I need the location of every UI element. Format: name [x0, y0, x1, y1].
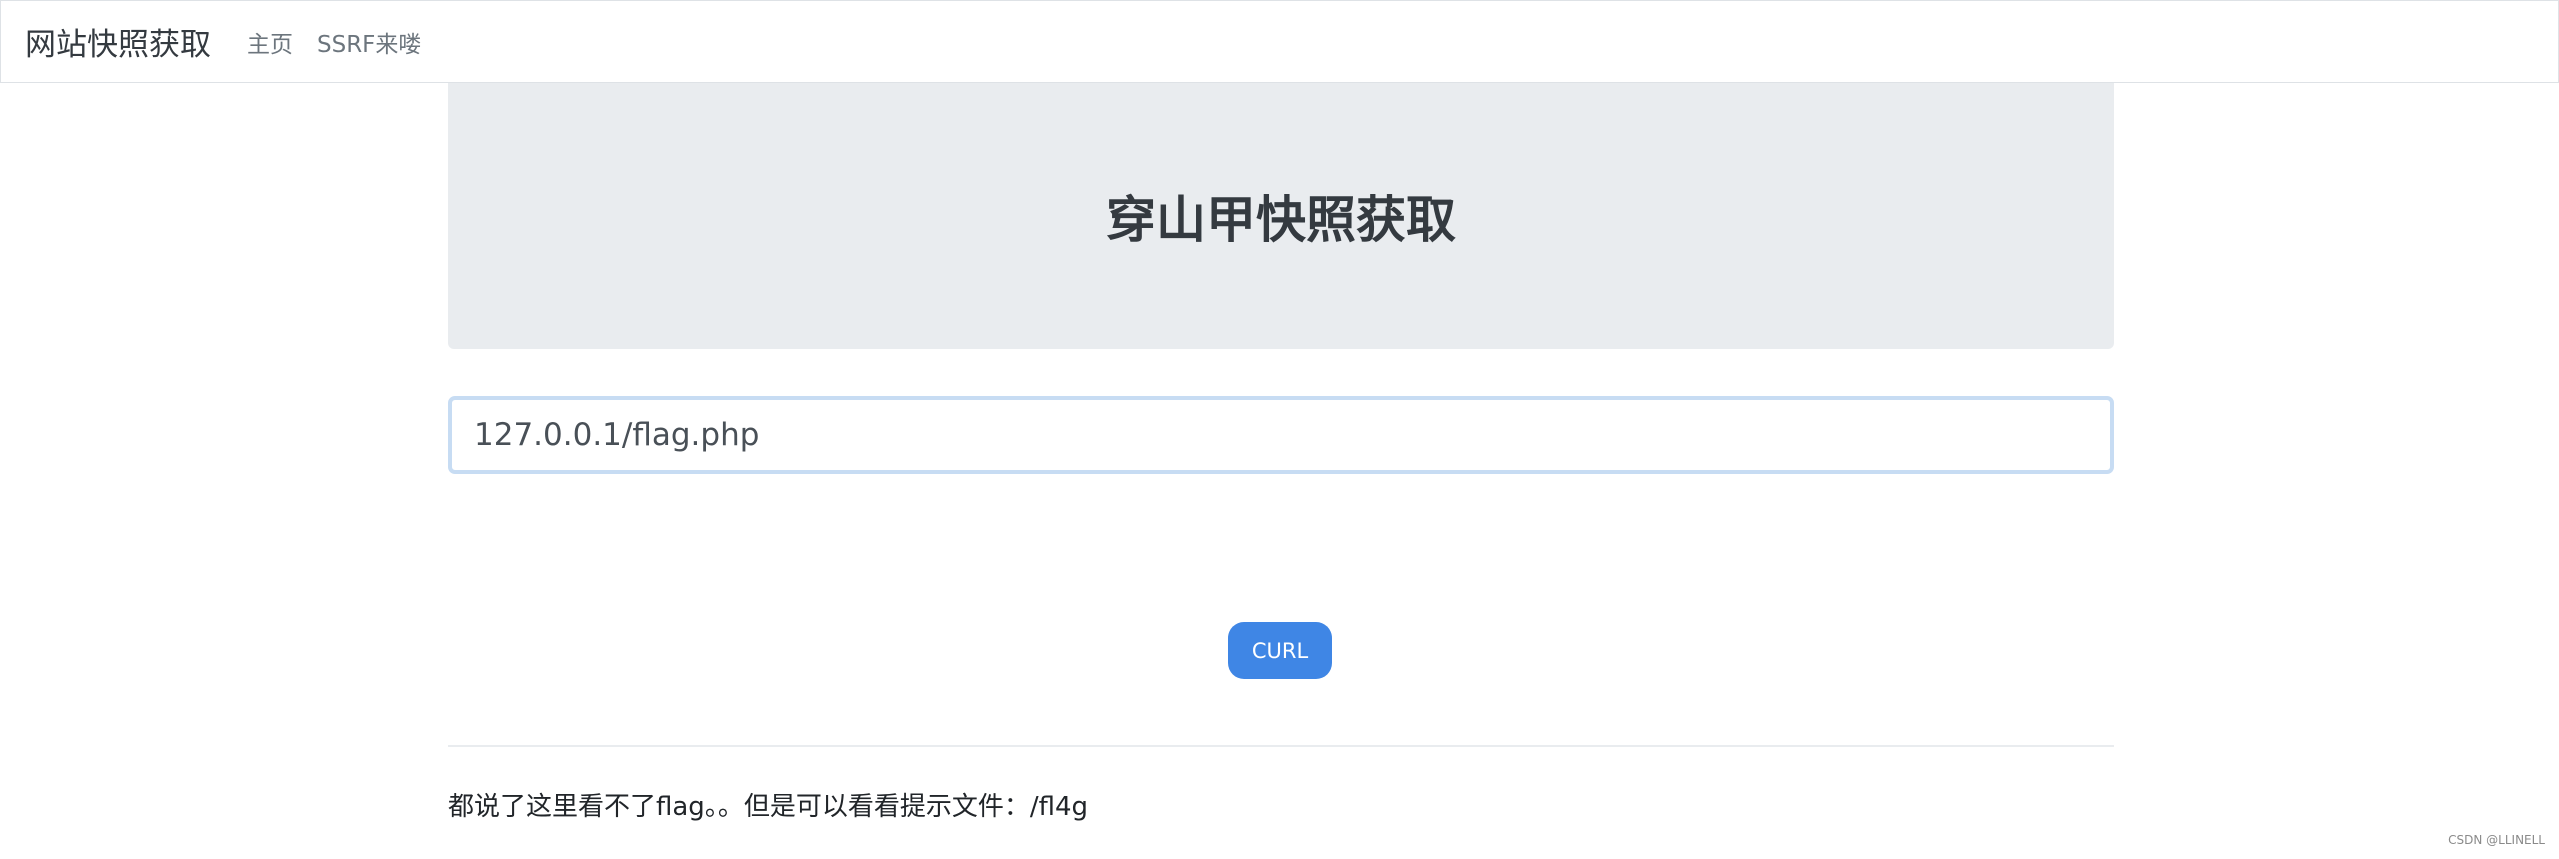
page: 网站快照获取 主页 SSRF来喽 穿山甲快照获取 CURL 都说了这里看不了fl…: [0, 0, 2559, 859]
hint-text: 都说了这里看不了flag。。但是可以看看提示文件：/fl4g: [448, 792, 1088, 822]
hero-title: 穿山甲快照获取: [1106, 191, 1456, 249]
hero-banner: 穿山甲快照获取: [448, 83, 2114, 349]
nav-link-home[interactable]: 主页: [247, 25, 293, 59]
curl-button[interactable]: CURL: [1228, 622, 1332, 679]
watermark: CSDN @LLINELL: [2448, 833, 2545, 847]
navbar-brand[interactable]: 网站快照获取: [25, 19, 211, 64]
divider: [448, 745, 2114, 747]
navbar: 网站快照获取 主页 SSRF来喽: [0, 0, 2559, 83]
nav-link-ssrf[interactable]: SSRF来喽: [317, 25, 421, 59]
url-input[interactable]: [448, 396, 2114, 474]
